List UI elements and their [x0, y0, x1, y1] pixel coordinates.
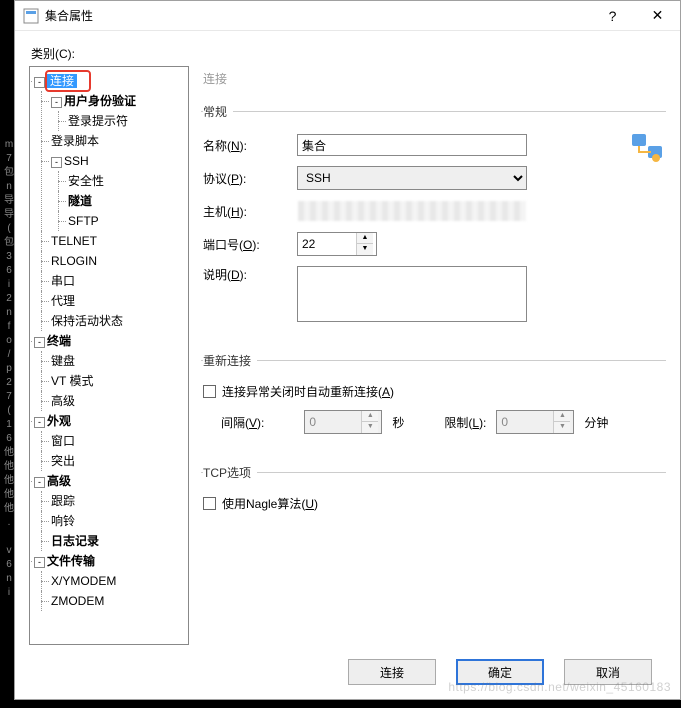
tree-node-keepalive[interactable]: 保持活动状态 [51, 314, 123, 328]
tree-node-bell[interactable]: 响铃 [51, 514, 75, 528]
port-spinner[interactable]: ▲▼ [297, 232, 377, 256]
group-reconnect: 重新连接 连接异常关闭时自动重新连接(A) 间隔(V): ▲▼ [201, 352, 666, 450]
group-general: 常规 名称(N): 协议(P): SSH [201, 103, 666, 338]
help-button[interactable]: ? [590, 1, 635, 30]
chevron-down-icon[interactable]: ▼ [357, 244, 373, 255]
limit-unit: 分钟 [584, 414, 608, 431]
connect-button[interactable]: 连接 [348, 659, 436, 685]
tree-node-rlogin[interactable]: RLOGIN [51, 254, 97, 268]
tree-node-auth[interactable]: 用户身份验证 [64, 94, 136, 108]
tree-node-security[interactable]: 安全性 [68, 174, 104, 188]
auto-reconnect-checkbox[interactable]: 连接异常关闭时自动重新连接(A) [203, 383, 394, 400]
port-value[interactable] [298, 235, 356, 253]
tree-node-serial[interactable]: 串口 [51, 274, 75, 288]
session-properties-dialog: 集合属性 ? ✕ 类别(C): -连接 -用户身份验证 登录提示符 登录脚本 -… [14, 0, 681, 700]
category-tree[interactable]: -连接 -用户身份验证 登录提示符 登录脚本 -SSH 安全性 隧道 SFTP [29, 66, 189, 645]
expand-icon[interactable]: - [34, 77, 45, 88]
chevron-up-icon[interactable]: ▲ [357, 233, 373, 244]
tree-node-filetransfer[interactable]: 文件传输 [47, 554, 95, 568]
cancel-button[interactable]: 取消 [564, 659, 652, 685]
interval-value [305, 413, 361, 431]
titlebar: 集合属性 ? ✕ [15, 1, 680, 31]
tree-node-proxy[interactable]: 代理 [51, 294, 75, 308]
description-textarea[interactable] [297, 266, 527, 322]
desc-label: 说明(D): [203, 266, 289, 283]
tree-node-appearance[interactable]: 外观 [47, 414, 71, 428]
tree-node-keyboard[interactable]: 键盘 [51, 354, 75, 368]
host-label: 主机(H): [203, 203, 289, 220]
limit-label: 限制(L): [444, 414, 486, 431]
window-title: 集合属性 [45, 7, 590, 24]
port-label: 端口号(O): [203, 236, 289, 253]
connection-icon [630, 130, 664, 164]
limit-value [497, 413, 553, 431]
tree-node-sftp[interactable]: SFTP [68, 214, 99, 228]
tree-node-vtmode[interactable]: VT 模式 [51, 374, 93, 388]
interval-spinner: ▲▼ [304, 410, 382, 434]
expand-icon[interactable]: - [51, 157, 62, 168]
tree-node-connection[interactable]: 连接 [47, 74, 77, 88]
tree-node-telnet[interactable]: TELNET [51, 234, 97, 248]
expand-icon[interactable]: - [34, 557, 45, 568]
expand-icon[interactable]: - [51, 97, 62, 108]
host-input[interactable] [297, 200, 527, 222]
tree-node-zmodem[interactable]: ZMODEM [51, 594, 104, 608]
auto-reconnect-label: 连接异常关闭时自动重新连接(A) [222, 383, 394, 400]
close-button[interactable]: ✕ [635, 1, 680, 30]
category-label: 类别(C): [31, 45, 666, 62]
tree-node-loginscript[interactable]: 登录脚本 [51, 134, 99, 148]
tree-node-window[interactable]: 窗口 [51, 434, 75, 448]
tree-node-term-advanced[interactable]: 高级 [51, 394, 75, 408]
nagle-label: 使用Nagle算法(U) [222, 495, 318, 512]
name-label: 名称(N): [203, 137, 289, 154]
expand-icon[interactable]: - [34, 417, 45, 428]
tree-node-terminal[interactable]: 终端 [47, 334, 71, 348]
name-input[interactable] [297, 134, 527, 156]
expand-icon[interactable]: - [34, 477, 45, 488]
button-bar: 连接 确定 取消 [29, 645, 666, 699]
tree-node-loginprompt[interactable]: 登录提示符 [68, 114, 128, 128]
group-tcp: TCP选项 使用Nagle算法(U) [201, 464, 666, 528]
protocol-label: 协议(P): [203, 170, 289, 187]
dialog-content: 类别(C): -连接 -用户身份验证 登录提示符 登录脚本 -SSH [15, 31, 680, 699]
ok-button[interactable]: 确定 [456, 659, 544, 685]
interval-label: 间隔(V): [221, 414, 264, 431]
interval-unit: 秒 [392, 414, 404, 431]
expand-icon[interactable]: - [34, 337, 45, 348]
tree-node-logging[interactable]: 日志记录 [51, 534, 99, 548]
limit-spinner: ▲▼ [496, 410, 574, 434]
tree-node-highlight[interactable]: 突出 [51, 454, 75, 468]
nagle-checkbox[interactable]: 使用Nagle算法(U) [203, 495, 318, 512]
group-reconnect-legend: 重新连接 [203, 352, 257, 369]
group-general-legend: 常规 [203, 103, 233, 120]
settings-panel: 连接 常规 名称(N): 协议(P): SSH [201, 66, 666, 645]
group-tcp-legend: TCP选项 [203, 464, 257, 481]
tree-node-ssh[interactable]: SSH [64, 154, 89, 168]
app-icon [23, 8, 39, 24]
protocol-select[interactable]: SSH [297, 166, 527, 190]
tree-node-xymodem[interactable]: X/YMODEM [51, 574, 116, 588]
tree-node-trace[interactable]: 跟踪 [51, 494, 75, 508]
panel-header: 连接 [201, 68, 666, 93]
tree-node-tunnel[interactable]: 隧道 [68, 194, 92, 208]
tree-node-advanced[interactable]: 高级 [47, 474, 71, 488]
